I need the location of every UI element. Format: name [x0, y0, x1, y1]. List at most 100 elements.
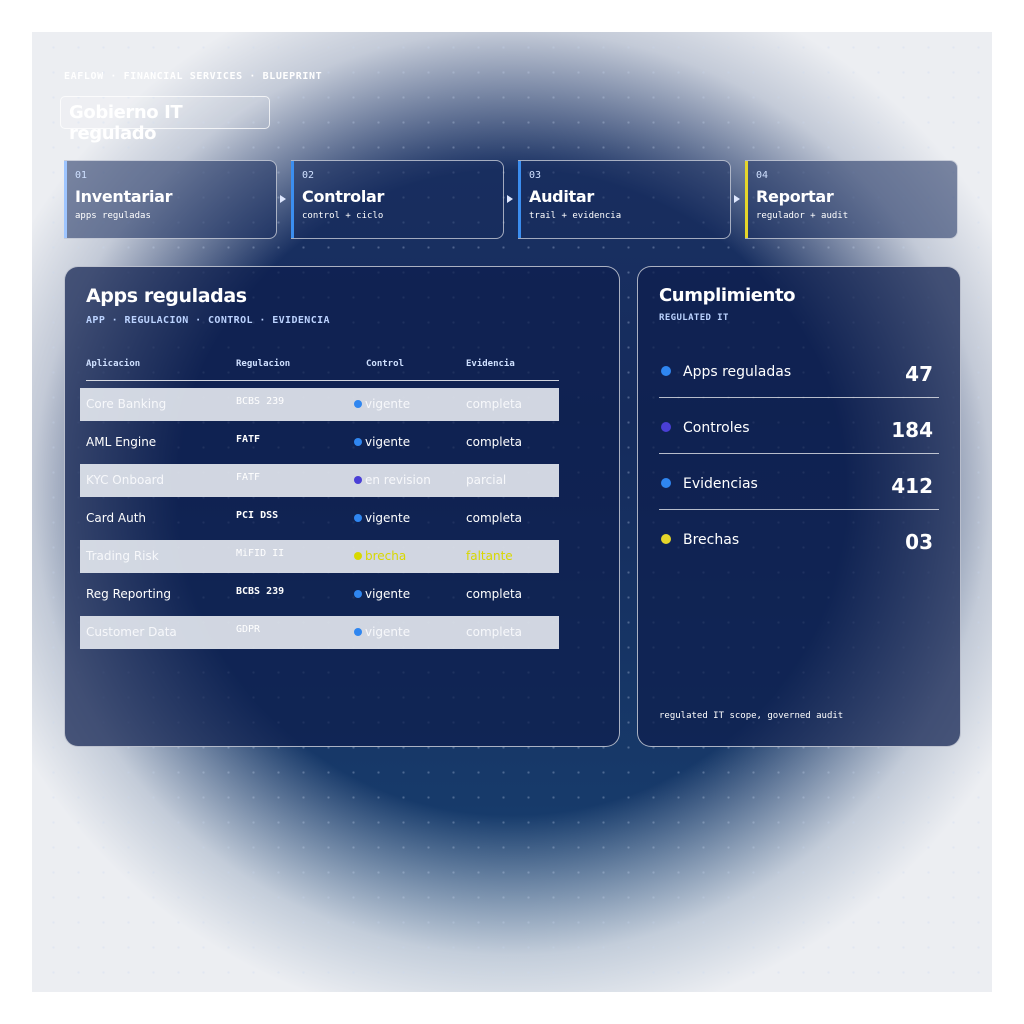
cell-evidence: completa: [466, 511, 523, 525]
blueprint-canvas: EAFLOW · FINANCIAL SERVICES · BLUEPRINT …: [32, 32, 992, 992]
metric-brechas: Brechas 03: [659, 526, 939, 582]
page-title-box: Gobierno IT regulado: [60, 96, 270, 144]
cell-control: vigente: [354, 397, 410, 411]
table-row[interactable]: KYC Onboard FATF en revision parcial: [80, 464, 559, 497]
compliance-footnote: regulated IT scope, governed audit: [659, 711, 844, 721]
metric-divider: [659, 397, 939, 398]
cell-app: Card Auth: [86, 511, 147, 525]
step-number: 02: [302, 170, 315, 181]
metric-evidencias: Evidencias 412: [659, 470, 939, 526]
metric-dot-icon: [661, 366, 671, 376]
metric-dot-icon: [661, 478, 671, 488]
control-status: vigente: [365, 397, 411, 411]
cell-regulation: PCI DSS: [236, 510, 279, 521]
step-description: regulador + audit: [756, 211, 849, 221]
control-status: en revision: [365, 473, 431, 487]
step-description: control + ciclo: [302, 211, 384, 221]
metric-apps-reguladas: Apps reguladas 47: [659, 358, 939, 414]
status-dot-icon: [354, 628, 362, 636]
table-row[interactable]: Trading Risk MiFID II brecha faltante: [80, 540, 559, 573]
step-reportar: 04 Reportar regulador + audit: [745, 160, 958, 239]
flow-arrow-icon: [507, 195, 513, 203]
apps-panel: Apps reguladas APP · REGULACION · CONTRO…: [64, 266, 620, 747]
cell-regulation: FATF: [236, 434, 261, 445]
flow-arrow-icon: [280, 195, 286, 203]
step-accent-bar: [518, 161, 521, 238]
cell-app: KYC Onboard: [86, 473, 165, 487]
compliance-panel-subtitle: REGULATED IT: [659, 313, 729, 323]
cell-evidence: completa: [466, 435, 523, 449]
step-description: trail + evidencia: [529, 211, 622, 221]
status-dot-icon: [354, 438, 362, 446]
metric-label: Controles: [683, 420, 750, 436]
cell-evidence: completa: [466, 625, 523, 639]
step-accent-bar: [64, 161, 67, 238]
column-header-aplicacion: Aplicacion: [86, 359, 141, 369]
cell-evidence: parcial: [466, 473, 507, 487]
cell-app: Trading Risk: [86, 549, 159, 563]
control-status: vigente: [365, 435, 411, 449]
cell-control: brecha: [354, 549, 406, 563]
compliance-panel: Cumplimiento REGULATED IT Apps reguladas…: [637, 266, 961, 747]
table-row[interactable]: AML Engine FATF vigente completa: [80, 426, 559, 459]
cell-app: Reg Reporting: [86, 587, 171, 601]
table-row[interactable]: Reg Reporting BCBS 239 vigente completa: [80, 578, 559, 611]
step-auditar: 03 Auditar trail + evidencia: [518, 160, 731, 239]
control-status: vigente: [365, 625, 411, 639]
step-description: apps reguladas: [75, 211, 151, 221]
step-number: 04: [756, 170, 769, 181]
step-inventariar: 01 Inventariar apps reguladas: [64, 160, 277, 239]
metric-controles: Controles 184: [659, 414, 939, 470]
cell-evidence: completa: [466, 397, 523, 411]
metric-dot-icon: [661, 534, 671, 544]
step-number: 03: [529, 170, 542, 181]
step-name: Controlar: [302, 187, 385, 206]
cell-regulation: MiFID II: [236, 548, 285, 559]
flow-arrow-icon: [734, 195, 740, 203]
table-row[interactable]: Card Auth PCI DSS vigente completa: [80, 502, 559, 535]
status-dot-icon: [354, 476, 362, 484]
metric-divider: [659, 509, 939, 510]
metric-value: 184: [891, 418, 933, 442]
cell-control: en revision: [354, 473, 431, 487]
step-name: Reportar: [756, 187, 834, 206]
cell-control: vigente: [354, 435, 410, 449]
cell-regulation: GDPR: [236, 624, 261, 635]
step-name: Inventariar: [75, 187, 173, 206]
apps-panel-title: Apps reguladas: [86, 285, 247, 307]
status-dot-icon: [354, 590, 362, 598]
step-controlar: 02 Controlar control + ciclo: [291, 160, 504, 239]
metric-label: Evidencias: [683, 476, 758, 492]
step-name: Auditar: [529, 187, 594, 206]
cell-control: vigente: [354, 587, 410, 601]
step-accent-bar: [291, 161, 294, 238]
apps-panel-subtitle: APP · REGULACION · CONTROL · EVIDENCIA: [86, 315, 330, 326]
step-accent-bar: [745, 161, 748, 238]
metric-label: Brechas: [683, 532, 740, 548]
step-number: 01: [75, 170, 88, 181]
cell-regulation: BCBS 239: [236, 586, 285, 597]
metric-value: 412: [891, 474, 933, 498]
column-header-control: Control: [366, 359, 404, 369]
cell-evidence: completa: [466, 587, 523, 601]
compliance-panel-title: Cumplimiento: [659, 285, 796, 306]
cell-app: Customer Data: [86, 625, 177, 639]
cell-evidence: faltante: [466, 549, 513, 563]
cell-regulation: BCBS 239: [236, 396, 285, 407]
metric-divider: [659, 453, 939, 454]
metric-dot-icon: [661, 422, 671, 432]
status-dot-icon: [354, 552, 362, 560]
control-status: vigente: [365, 511, 411, 525]
column-header-regulacion: Regulacion: [236, 359, 291, 369]
column-header-evidencia: Evidencia: [466, 359, 515, 369]
metric-value: 03: [905, 530, 933, 554]
control-status: brecha: [365, 549, 407, 563]
status-dot-icon: [354, 400, 362, 408]
cell-app: Core Banking: [86, 397, 167, 411]
metric-label: Apps reguladas: [683, 364, 792, 380]
table-row[interactable]: Customer Data GDPR vigente completa: [80, 616, 559, 649]
eyebrow-label: EAFLOW · FINANCIAL SERVICES · BLUEPRINT: [64, 71, 323, 82]
cell-regulation: FATF: [236, 472, 261, 483]
cell-control: vigente: [354, 625, 410, 639]
table-row[interactable]: Core Banking BCBS 239 vigente completa: [80, 388, 559, 421]
